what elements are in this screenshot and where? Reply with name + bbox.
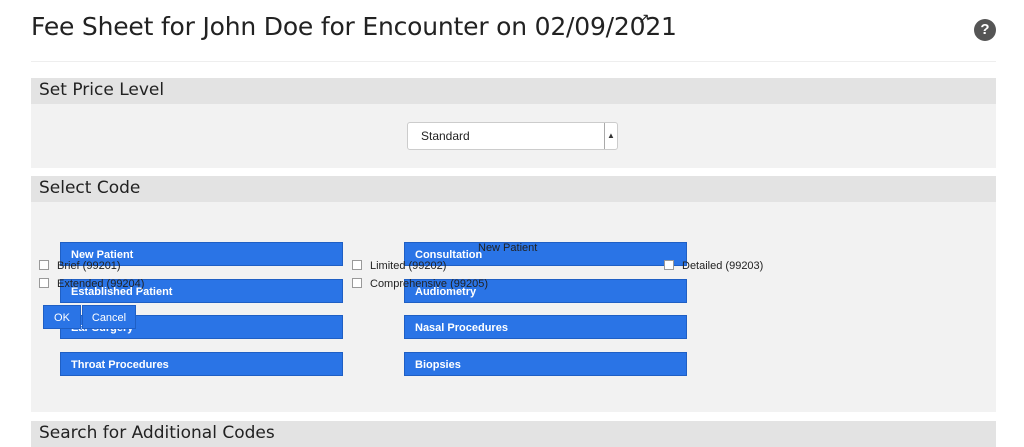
category-throat-procedures-button[interactable]: Throat Procedures — [60, 352, 343, 376]
dropdown-arrow-icon: ▲ — [604, 123, 617, 149]
select-code-body — [31, 202, 996, 412]
checkbox[interactable] — [352, 278, 362, 288]
option-comprehensive[interactable]: Comprehensive (99205) — [352, 278, 488, 290]
category-nasal-procedures-button[interactable]: Nasal Procedures — [404, 315, 687, 339]
option-label: Brief (99201) — [57, 260, 121, 272]
expand-icon[interactable]: ↗ — [638, 10, 650, 27]
checkbox[interactable] — [39, 278, 49, 288]
option-label: Extended (99204) — [57, 278, 145, 290]
checkbox[interactable] — [664, 260, 674, 270]
option-extended[interactable]: Extended (99204) — [39, 278, 144, 290]
price-level-value: Standard — [421, 129, 470, 143]
checkbox[interactable] — [39, 260, 49, 270]
help-icon[interactable]: ? — [974, 19, 996, 41]
popup-title: New Patient — [478, 242, 538, 254]
category-consultation-button[interactable]: Consultation — [404, 242, 687, 266]
price-level-heading[interactable]: Set Price Level — [31, 78, 996, 104]
option-label: Limited (99202) — [370, 260, 447, 272]
option-label: Detailed (99203) — [682, 260, 764, 272]
option-brief[interactable]: Brief (99201) — [39, 260, 121, 272]
page-title: Fee Sheet for John Doe for Encounter on … — [31, 12, 677, 41]
price-level-select[interactable]: Standard ▲ — [407, 122, 618, 150]
category-biopsies-button[interactable]: Biopsies — [404, 352, 687, 376]
option-label: Comprehensive (99205) — [370, 278, 489, 290]
cancel-button[interactable]: Cancel — [82, 305, 136, 329]
checkbox[interactable] — [352, 260, 362, 270]
select-code-heading[interactable]: Select Code — [31, 176, 996, 202]
additional-codes-heading[interactable]: Search for Additional Codes — [31, 421, 996, 447]
option-limited[interactable]: Limited (99202) — [352, 260, 446, 272]
ok-button[interactable]: OK — [43, 305, 81, 329]
option-detailed[interactable]: Detailed (99203) — [664, 260, 763, 272]
divider — [31, 61, 996, 62]
